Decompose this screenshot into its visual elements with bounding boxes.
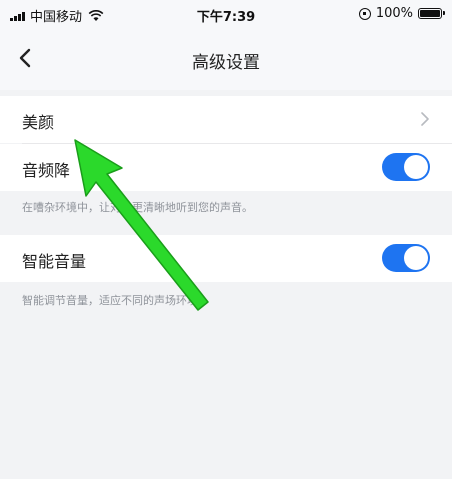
battery-percent: 100% <box>375 6 413 21</box>
chevron-right-icon <box>421 112 429 126</box>
nav-bar: 高级设置 <box>0 28 452 90</box>
setting-label-smart-volume: 智能音量 <box>22 252 87 271</box>
status-right: 100% <box>358 6 445 21</box>
status-bar: 中国移动 下午7:39 100% <box>0 0 452 28</box>
noise-reduction-toggle[interactable] <box>382 153 430 181</box>
setting-row-beauty[interactable]: 美颜 <box>0 96 452 143</box>
setting-label-noise-reduction: 音频降 <box>22 161 71 180</box>
noise-reduction-hint: 在嘈杂环境中，让对方更清晰地听到您的声音。 <box>22 201 253 214</box>
toggle-knob <box>404 155 428 179</box>
smart-volume-toggle[interactable] <box>382 244 430 272</box>
battery-icon <box>418 8 445 19</box>
toggle-knob <box>404 246 428 270</box>
setting-row-noise-reduction: 音频降 <box>0 144 452 191</box>
setting-row-smart-volume: 智能音量 <box>0 235 452 282</box>
page-title: 高级设置 <box>192 53 260 73</box>
setting-label-beauty: 美颜 <box>22 113 55 132</box>
orientation-lock-icon <box>358 7 371 20</box>
smart-volume-hint: 智能调节音量，适应不同的声场环境。 <box>22 294 209 307</box>
